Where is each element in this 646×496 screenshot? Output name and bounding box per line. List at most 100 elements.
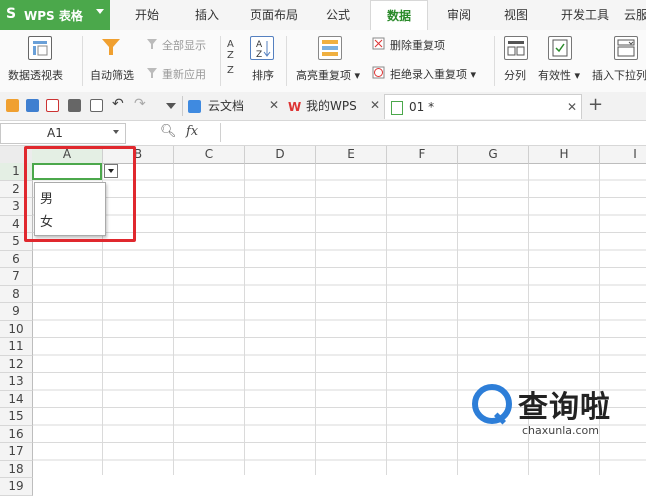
column-header-h[interactable]: H [529,146,600,164]
ribbon: 数据透视表 自动筛选 全部显示 重新应用 AZZ AZ 排序 高亮重复项 ▾ 删… [0,30,646,93]
ribbon-divider [220,36,221,86]
name-box[interactable]: A1 [0,123,126,144]
tab-view[interactable]: 视图 [494,0,538,30]
tab-page-layout[interactable]: 页面布局 [240,0,308,30]
tab-home[interactable]: 开始 [124,0,170,30]
pivot-table-icon[interactable] [28,36,52,60]
close-tab-icon[interactable]: ✕ [370,98,380,112]
save-icon[interactable] [26,99,39,112]
column-header-d[interactable]: D [245,146,316,164]
formula-bar: A1 🔍︎ fx [0,121,646,146]
chevron-down-icon [96,9,104,14]
wps-logo-icon: S [6,6,17,22]
pivot-table-button[interactable]: 数据透视表 [8,67,63,83]
split-columns-button[interactable]: 分列 [504,67,526,83]
validity-label: 有效性 [538,69,571,82]
row-header-18[interactable]: 18 [0,460,33,478]
column-header-g[interactable]: G [458,146,529,164]
formula-input[interactable] [220,123,645,142]
reject-duplicates-icon [372,66,385,79]
svg-text:Z: Z [256,50,262,59]
insert-dropdown-icon[interactable] [614,36,638,60]
validity-icon[interactable] [548,36,572,60]
undo-icon[interactable]: ↶ [112,96,124,112]
row-header-10[interactable]: 10 [0,320,33,338]
fx-icon[interactable]: fx [186,124,198,139]
tab-data[interactable]: 数据 [370,0,428,31]
app-menu-button[interactable]: S WPS 表格 [0,0,110,30]
reject-duplicates-button[interactable]: 拒绝录入重复项 ▾ [390,66,476,82]
watermark-logo-icon [472,384,512,425]
sort-az-icon[interactable]: AZZ [226,36,242,80]
row-header-19[interactable]: 19 [0,478,33,496]
doc-tab-mywps[interactable]: W 我的WPS [288,94,368,118]
ribbon-divider [82,36,83,86]
validity-button[interactable]: 有效性 ▾ [538,67,580,83]
doc-tab-label: 我的WPS [306,99,357,113]
highlight-duplicates-icon[interactable] [318,36,342,60]
highlight-duplicates-button[interactable]: 高亮重复项 ▾ [296,67,360,83]
export-pdf-icon[interactable] [46,99,59,112]
cell-reference: A1 [47,126,63,140]
tab-formula[interactable]: 公式 [316,0,360,30]
ribbon-divider [494,36,495,86]
watermark-title: 查询啦 [518,390,611,425]
sort-icon[interactable]: AZ [250,36,274,60]
customize-toolbar-icon[interactable] [166,103,176,109]
close-tab-icon[interactable]: ✕ [269,98,279,112]
row-header-14[interactable]: 14 [0,390,33,408]
row-header-13[interactable]: 13 [0,373,33,391]
show-all-icon [146,38,158,50]
row-header-9[interactable]: 9 [0,303,33,321]
autofilter-icon[interactable] [100,36,122,58]
column-header-i[interactable]: I [600,146,646,164]
ribbon-divider [286,36,287,86]
spreadsheet-grid[interactable]: ABCDEFGHI 1 2 3 4 5 6 7 8 9 10 11 12 13 14 15 16 17 18 19 … [0,146,646,496]
doc-tab-active[interactable]: 01 * ✕ [384,94,582,119]
highlight-annotation-box [24,146,136,242]
tab-developer[interactable]: 开发工具 [554,0,616,30]
column-header-c[interactable]: C [174,146,245,164]
chevron-down-icon [113,130,119,134]
tab-insert[interactable]: 插入 [184,0,230,30]
insert-dropdown-button[interactable]: 插入下拉列 [592,67,646,83]
print-icon[interactable] [68,99,81,112]
row-header-6[interactable]: 6 [0,250,33,268]
split-columns-icon[interactable] [504,36,528,60]
show-all-button[interactable]: 全部显示 [162,37,206,53]
row-header-16[interactable]: 16 [0,425,33,443]
tab-cloud[interactable]: 云服 [624,0,646,30]
print-preview-icon[interactable] [90,99,103,112]
zoom-search-icon[interactable]: 🔍︎ [160,124,177,139]
watermark-logo-tail [493,412,507,425]
autofilter-button[interactable]: 自动筛选 [90,67,134,83]
watermark-url: chaxunla.com [522,424,599,437]
column-header-e[interactable]: E [316,146,387,164]
row-header-7[interactable]: 7 [0,268,33,286]
cloud-doc-icon [188,100,201,113]
doc-tab-cloud[interactable]: 云文档 [188,94,268,118]
app-title: WPS 表格 [24,9,83,23]
row-header-11[interactable]: 11 [0,338,33,356]
doc-tab-label: 01 * [409,100,435,114]
reapply-button[interactable]: 重新应用 [162,66,206,82]
sort-button[interactable]: 排序 [252,67,274,83]
column-header-f[interactable]: F [387,146,458,164]
reapply-icon [146,67,158,79]
remove-duplicates-button[interactable]: 删除重复项 [390,37,445,53]
row-header-12[interactable]: 12 [0,355,33,373]
close-tab-icon[interactable]: ✕ [567,95,577,119]
reject-duplicates-label: 拒绝录入重复项 [390,68,467,81]
document-tab-bar: ↶ ↷ 云文档 ✕ W 我的WPS ✕ 01 * ✕ + [0,92,646,121]
svg-text:A: A [256,40,263,50]
row-header-17[interactable]: 17 [0,443,33,461]
menu-bar: S WPS 表格 开始 插入 页面布局 公式 数据 审阅 视图 开发工具 云服 [0,0,646,31]
wps-w-icon: W [288,100,302,114]
row-header-15[interactable]: 15 [0,408,33,426]
new-tab-plus-icon[interactable]: + [588,94,603,115]
row-header-8[interactable]: 8 [0,285,33,303]
doc-tab-label: 云文档 [208,99,245,113]
tab-review[interactable]: 审阅 [436,0,482,30]
open-folder-icon[interactable] [6,99,19,112]
redo-icon[interactable]: ↷ [134,96,146,112]
